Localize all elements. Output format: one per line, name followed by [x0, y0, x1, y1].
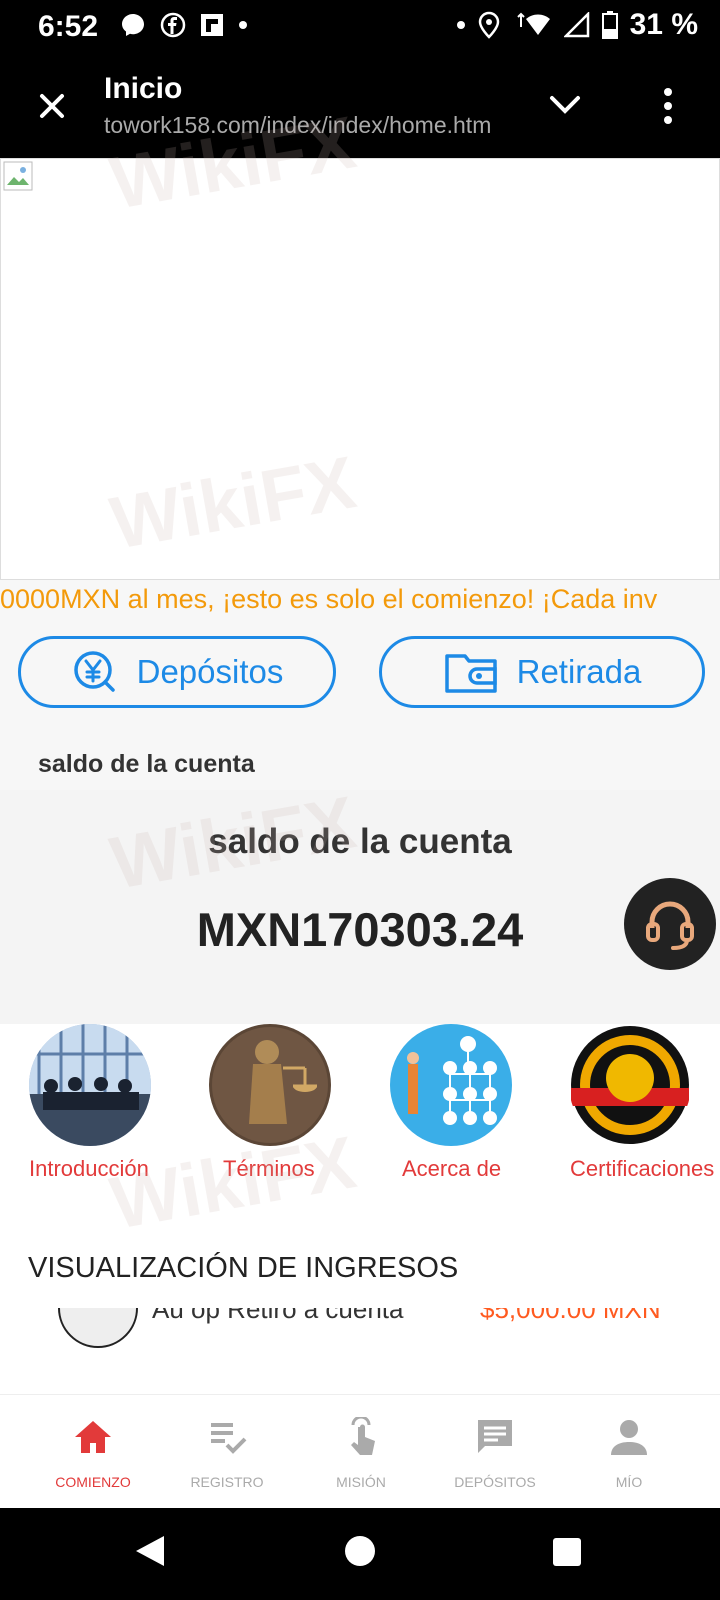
wallet-icon	[444, 654, 497, 693]
deposit-button[interactable]: Depósitos	[18, 636, 336, 708]
nav-item-home[interactable]: COMIENZO	[21, 1395, 165, 1509]
messenger-icon	[122, 14, 144, 36]
home-button-icon[interactable]	[345, 1536, 375, 1566]
avatar	[58, 1308, 138, 1348]
income-amount: $5,000.00 MXN	[480, 1308, 661, 1324]
account-section-label: saldo de la cuenta	[38, 750, 255, 778]
income-title: VISUALIZACIÓN DE INGRESOS	[28, 1252, 459, 1284]
feature-grid: Introducción Términos Acerca de Certific…	[0, 1024, 720, 1200]
checklist-icon	[211, 1423, 247, 1454]
wifi-icon	[516, 12, 550, 35]
income-list-item: Au op Retiro a cuenta $5,000.00 MXN	[0, 1308, 720, 1348]
withdraw-button[interactable]: Retirada	[379, 636, 705, 708]
income-section: VISUALIZACIÓN DE INGRESOS Au op Retiro a…	[0, 1200, 720, 1394]
feature-label: Introducción	[29, 1156, 149, 1181]
nav-item-mio[interactable]: MÍO	[557, 1395, 701, 1509]
nav-label: DEPÓSITOS	[454, 1474, 536, 1490]
nav-label: REGISTRO	[190, 1474, 264, 1490]
nav-label: COMIENZO	[55, 1474, 131, 1490]
yen-search-icon	[73, 651, 115, 692]
announcement-marquee: 0000MXN al mes, ¡esto es solo el comienz…	[0, 580, 720, 620]
balance-label: saldo de la cuenta	[208, 822, 512, 861]
headset-icon	[646, 901, 694, 950]
system-navigation-bar	[0, 1508, 720, 1600]
recent-apps-icon[interactable]	[553, 1538, 581, 1566]
page-url[interactable]: towork158.com/index/index/home.htm	[104, 112, 514, 139]
balance-amount: MXN170303.24	[196, 903, 524, 956]
chevron-down-icon[interactable]	[548, 92, 582, 118]
banner-image[interactable]	[0, 158, 720, 580]
overflow-menu-icon[interactable]	[658, 86, 678, 126]
battery-percent: 31 %	[629, 8, 698, 41]
income-user: Au op Retiro a cuenta	[152, 1308, 404, 1324]
feature-label: Acerca de	[402, 1156, 502, 1181]
status-time: 6:52	[38, 10, 99, 43]
close-icon[interactable]	[30, 84, 74, 128]
meeting-image	[29, 1024, 151, 1146]
home-icon	[75, 1421, 111, 1453]
nav-item-registro[interactable]: REGISTRO	[155, 1395, 299, 1509]
feature-label: Términos	[223, 1156, 315, 1181]
customer-support-button[interactable]	[624, 878, 716, 970]
status-right-icons: 31 %	[456, 8, 698, 42]
browser-toolbar: Inicio towork158.com/index/index/home.ht…	[0, 52, 720, 158]
notification-icons	[120, 12, 248, 38]
justice-statue-image	[209, 1024, 331, 1146]
org-chart-image	[390, 1024, 512, 1146]
broken-image-icon	[3, 161, 33, 191]
marquee-text: 0000MXN al mes, ¡esto es solo el comienz…	[0, 584, 658, 614]
flipboard-icon	[201, 14, 223, 36]
nav-item-depositos[interactable]: DEPÓSITOS	[423, 1395, 567, 1509]
balance-card: saldo de la cuenta MXN170303.24	[0, 790, 720, 1024]
deposit-label: Depósitos	[136, 653, 284, 690]
touch-icon	[351, 1417, 375, 1455]
feature-label: Certificaciones	[570, 1156, 715, 1181]
location-icon	[478, 11, 499, 39]
chat-icon	[478, 1420, 512, 1453]
dot-icon	[239, 21, 247, 29]
withdraw-label: Retirada	[516, 653, 642, 690]
satisfaction-badge-image	[569, 1024, 691, 1146]
page-title: Inicio	[104, 72, 183, 105]
status-bar: 6:52 31 %	[0, 0, 720, 52]
bottom-navigation: COMIENZO REGISTRO MISIÓN DEPÓSITOS MÍO	[0, 1394, 720, 1509]
dot-icon	[456, 21, 465, 29]
nav-label: MÍO	[615, 1474, 643, 1490]
battery-icon	[601, 11, 618, 39]
signal-icon	[563, 12, 589, 38]
person-icon	[611, 1420, 647, 1455]
back-icon[interactable]	[134, 1534, 166, 1568]
facebook-icon	[160, 12, 186, 38]
nav-label: MISIÓN	[336, 1474, 386, 1490]
nav-item-mision[interactable]: MISIÓN	[289, 1395, 433, 1509]
